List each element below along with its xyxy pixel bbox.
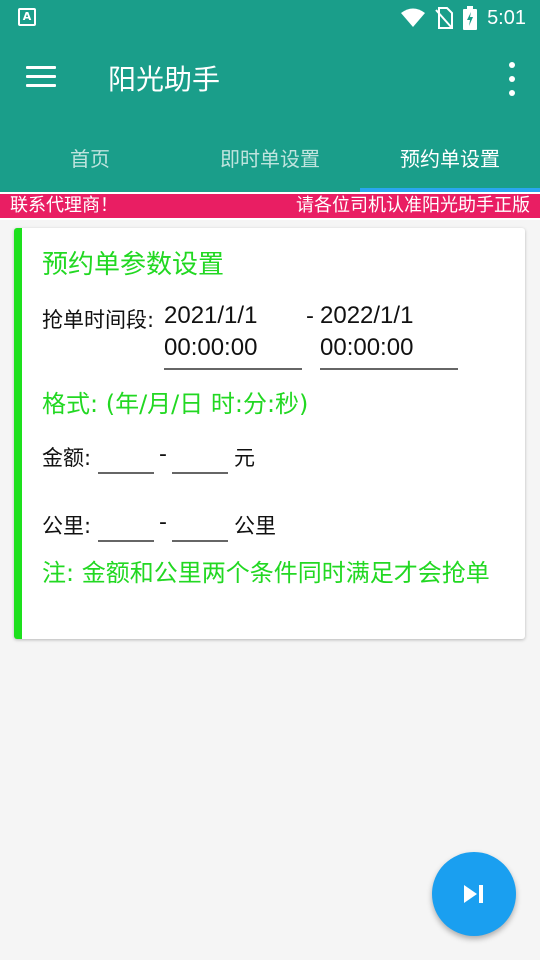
marquee-text-2: 请各位司机认准阳光助手正版: [296, 195, 530, 216]
format-hint: 格式: (年/月/日 时:分:秒): [42, 390, 309, 418]
start-date-text: 2021/1/1: [164, 302, 258, 329]
condition-note: 注: 金额和公里两个条件同时满足才会抢单: [42, 559, 490, 587]
app-bar: 阳光助手: [0, 36, 540, 122]
battery-charging-icon: [463, 6, 478, 30]
status-time: 5:01: [487, 6, 526, 29]
more-vert-icon[interactable]: [508, 62, 516, 96]
distance-separator: -: [159, 510, 167, 535]
end-time-text: 00:00:00: [320, 334, 414, 361]
tab-reservation-order-settings[interactable]: 预约单设置: [360, 122, 540, 192]
no-sim-icon: [435, 7, 454, 29]
tab-instant-order-settings[interactable]: 即时单设置: [180, 122, 360, 192]
menu-icon[interactable]: [26, 66, 56, 90]
start-time-input[interactable]: 2021/1/1 00:00:00: [164, 300, 302, 370]
amount-label: 金额:: [42, 446, 92, 470]
distance-max-input[interactable]: [172, 510, 228, 542]
amount-min-input[interactable]: [98, 442, 154, 474]
amount-max-input[interactable]: [172, 442, 228, 474]
amount-separator: -: [159, 442, 167, 467]
reservation-settings-card: 预约单参数设置 抢单时间段: 2021/1/1 00:00:00 - 2022/…: [14, 228, 525, 639]
app-notification-icon: A: [18, 8, 36, 26]
amount-unit: 元: [234, 446, 255, 470]
skip-next-button[interactable]: [432, 852, 516, 936]
announcement-marquee: 联系代理商！ 请各位司机认准阳光助手正版: [0, 192, 540, 220]
wifi-icon: [401, 8, 426, 27]
time-range-separator: -: [306, 304, 314, 329]
status-bar: A 5:01: [0, 0, 540, 36]
end-time-input[interactable]: 2022/1/1 00:00:00: [320, 300, 458, 370]
card-title: 预约单参数设置: [42, 250, 225, 280]
tab-home[interactable]: 首页: [0, 122, 180, 192]
tab-bar: 首页 即时单设置 预约单设置: [0, 122, 540, 192]
end-date-text: 2022/1/1: [320, 302, 414, 329]
time-range-label: 抢单时间段:: [42, 308, 155, 332]
marquee-text: 联系代理商！: [10, 195, 118, 216]
distance-label: 公里:: [42, 514, 92, 538]
app-title: 阳光助手: [108, 63, 221, 96]
distance-unit: 公里: [234, 514, 276, 538]
distance-min-input[interactable]: [98, 510, 154, 542]
skip-next-icon: [464, 885, 483, 903]
start-time-text: 00:00:00: [164, 334, 258, 361]
